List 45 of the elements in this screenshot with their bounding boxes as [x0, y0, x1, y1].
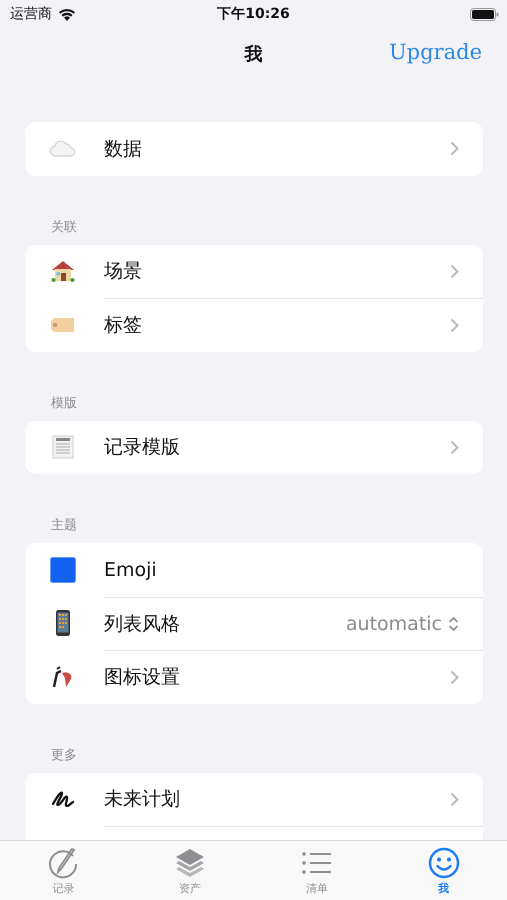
section-header: 更多	[50, 746, 78, 764]
scribble-icon	[50, 789, 74, 810]
settings-row[interactable]: 场景	[25, 244, 483, 298]
section-header: 模版	[50, 394, 78, 412]
cloud-icon	[50, 140, 76, 157]
row-label: 列表风格	[104, 612, 181, 637]
square-icon	[50, 556, 76, 583]
row-label: 记录模版	[104, 435, 181, 460]
settings-row[interactable]: 未来计划	[25, 772, 483, 826]
chevron-icon	[450, 440, 459, 455]
row-label: 数据	[104, 136, 143, 162]
house-icon	[50, 259, 76, 284]
wifi-icon	[58, 8, 76, 20]
carrier-name: 运营商	[10, 5, 52, 23]
figure-icon	[50, 664, 74, 689]
document-icon	[52, 435, 74, 460]
settings-row[interactable]: 标签	[25, 298, 483, 352]
chevron-icon	[450, 264, 459, 279]
page-title: 我	[244, 43, 262, 66]
layers-icon	[174, 847, 206, 879]
settings-row[interactable]: 图标设置	[25, 650, 483, 704]
smiley-icon	[428, 847, 460, 879]
chevron-icon	[450, 670, 459, 685]
section-header: 关联	[50, 218, 78, 236]
chevron-icon	[450, 792, 459, 807]
row-label: 场景	[104, 259, 143, 284]
settings-row[interactable]: 记录模版	[25, 420, 483, 474]
chevron-icon	[450, 318, 459, 333]
tab-button[interactable]: 我	[380, 841, 507, 900]
settings-row[interactable]: Emoji	[25, 543, 483, 596]
row-label: 图标设置	[104, 665, 181, 690]
settings-row[interactable]: 数据	[25, 122, 483, 176]
row-value: automatic	[346, 612, 442, 635]
battery-icon	[470, 8, 499, 20]
row-label: 标签	[104, 313, 143, 338]
row-label: 未来计划	[104, 787, 181, 812]
row-label: Emoji	[104, 558, 158, 581]
settings-row[interactable]: 列表风格 automatic	[25, 596, 483, 650]
status-time: 下午10:26	[217, 5, 290, 23]
tag-icon	[50, 316, 76, 333]
chevron-icon	[450, 141, 459, 156]
up-down-icon	[448, 616, 459, 632]
pencil-circle-icon	[47, 847, 80, 879]
phone-icon	[56, 610, 70, 636]
section-header: 主题	[50, 517, 78, 535]
